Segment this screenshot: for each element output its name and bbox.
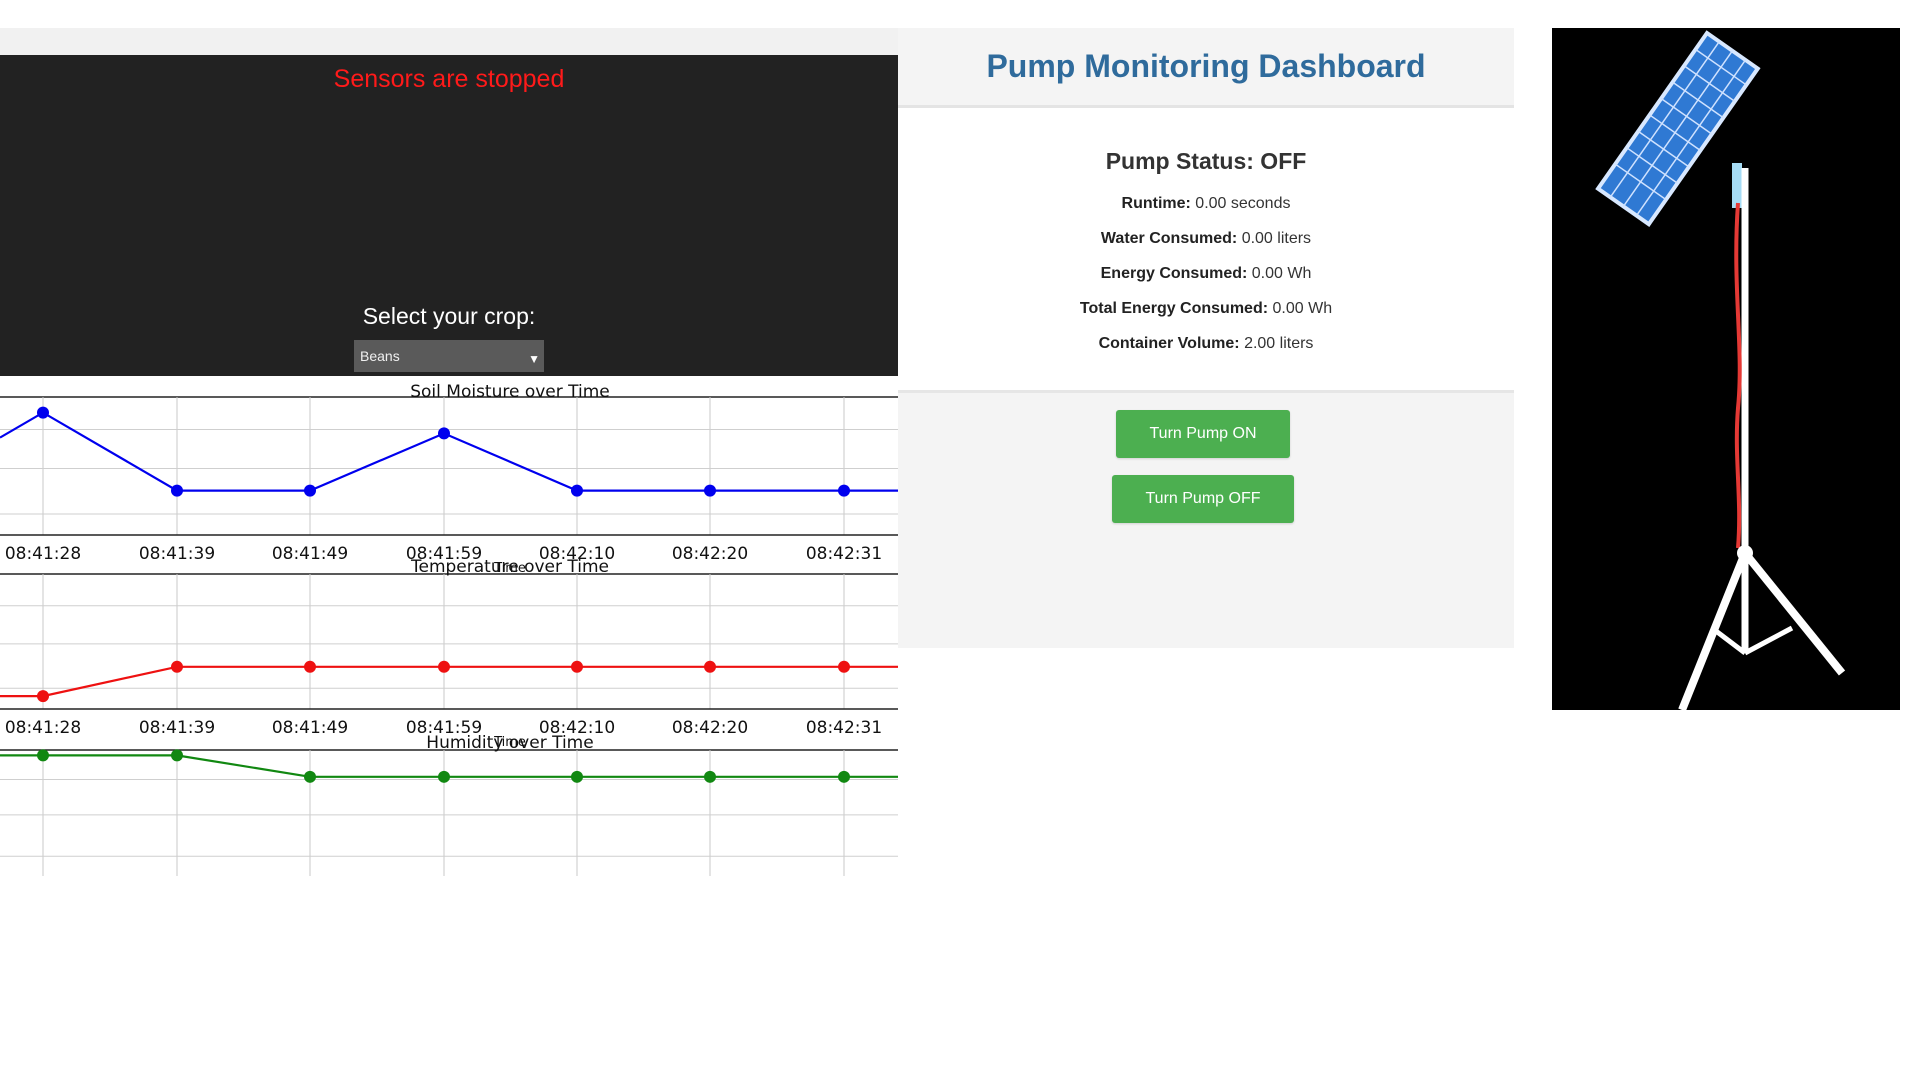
- data-point: [37, 690, 49, 703]
- data-point: [438, 770, 450, 783]
- dashboard-title: Pump Monitoring Dashboard: [986, 48, 1426, 84]
- stat-water-consumed: Water Consumed: 0.00 liters: [898, 230, 1514, 248]
- stat-value: 0.00 liters: [1241, 230, 1312, 247]
- data-point: [571, 484, 583, 497]
- data-point: [171, 484, 183, 497]
- stat-value: 0.00 seconds: [1195, 195, 1291, 212]
- x-tick-label: 08:41:28: [5, 544, 81, 564]
- x-tick-label: 08:42:20: [672, 718, 748, 738]
- x-tick-label: 08:42:31: [806, 544, 882, 564]
- pump-controls: Turn Pump ON Turn Pump OFF: [898, 390, 1514, 648]
- solar-pump-image: [1552, 28, 1900, 712]
- turn-pump-off-button[interactable]: Turn Pump OFF: [1112, 475, 1294, 523]
- stat-label: Energy Consumed:: [1100, 265, 1248, 282]
- series-line: [0, 411, 898, 492]
- x-tick-label: 08:42:31: [806, 718, 882, 738]
- data-point: [304, 484, 316, 497]
- turn-pump-on-button[interactable]: Turn Pump ON: [1116, 410, 1290, 458]
- x-tick-label: 08:41:39: [139, 544, 215, 564]
- data-point: [571, 660, 583, 673]
- top-strip: [0, 28, 898, 55]
- data-point: [704, 770, 716, 783]
- data-point: [438, 660, 450, 673]
- stat-runtime: Runtime: 0.00 seconds: [898, 195, 1514, 213]
- data-point: [704, 660, 716, 673]
- stat-label: Container Volume:: [1098, 335, 1240, 352]
- data-point: [571, 770, 583, 783]
- x-tick-label: 08:42:20: [672, 544, 748, 564]
- pump-status: Pump Status: OFF: [1105, 148, 1307, 174]
- controller-box: [1732, 163, 1742, 208]
- sensor-status-message: Sensors are stopped: [333, 65, 565, 93]
- data-point: [304, 660, 316, 673]
- data-point: [37, 749, 49, 762]
- stat-label: Total Energy Consumed:: [1079, 300, 1269, 317]
- solar-panel-illustration: [1595, 30, 1846, 712]
- x-tick-label: 08:41:28: [5, 718, 81, 738]
- stat-label: Water Consumed:: [1100, 230, 1238, 247]
- chart-title: Soil Moisture over Time: [410, 382, 610, 402]
- chart-title: Humidity over Time: [426, 733, 593, 753]
- data-point: [704, 484, 716, 497]
- cable: [1734, 202, 1742, 549]
- data-point: [838, 484, 850, 497]
- x-tick-label: 08:41:39: [139, 718, 215, 738]
- stat-value: 2.00 liters: [1244, 335, 1314, 352]
- data-point: [171, 749, 183, 762]
- chart-title: Temperature over Time: [410, 557, 609, 577]
- stat-value: 0.00 Wh: [1251, 265, 1312, 282]
- x-tick-label: 08:41:49: [272, 718, 348, 738]
- pump-info-panel: Pump Status: OFF Runtime: 0.00 seconds W…: [898, 108, 1514, 390]
- stat-total-energy: Total Energy Consumed: 0.00 Wh: [898, 300, 1514, 318]
- crop-select-value: Beans: [360, 348, 400, 364]
- chevron-down-icon: ▼: [528, 352, 540, 366]
- data-point: [37, 406, 49, 419]
- dashboard-header: Pump Monitoring Dashboard: [898, 28, 1514, 108]
- crop-select[interactable]: Beans ▼: [354, 340, 544, 372]
- data-point: [171, 660, 183, 673]
- data-point: [438, 427, 450, 440]
- sensor-panel: Sensors are stopped Select your crop: Be…: [0, 55, 898, 376]
- stat-container-volume: Container Volume: 2.00 liters: [898, 335, 1514, 353]
- stat-value: 0.00 Wh: [1272, 300, 1333, 317]
- stat-label: Runtime:: [1121, 195, 1191, 212]
- data-point: [304, 770, 316, 783]
- series-line: [0, 665, 898, 698]
- sensor-charts: Soil Moisture over Time 08:41:28 08:41:39 0…: [0, 376, 898, 876]
- crop-select-label: Select your crop:: [362, 303, 536, 329]
- charts-svg: Soil Moisture over Time 08:41:28 08:41:39 0…: [0, 382, 898, 876]
- data-point: [838, 660, 850, 673]
- x-tick-label: 08:41:49: [272, 544, 348, 564]
- data-point: [838, 770, 850, 783]
- stat-energy-consumed: Energy Consumed: 0.00 Wh: [898, 265, 1514, 283]
